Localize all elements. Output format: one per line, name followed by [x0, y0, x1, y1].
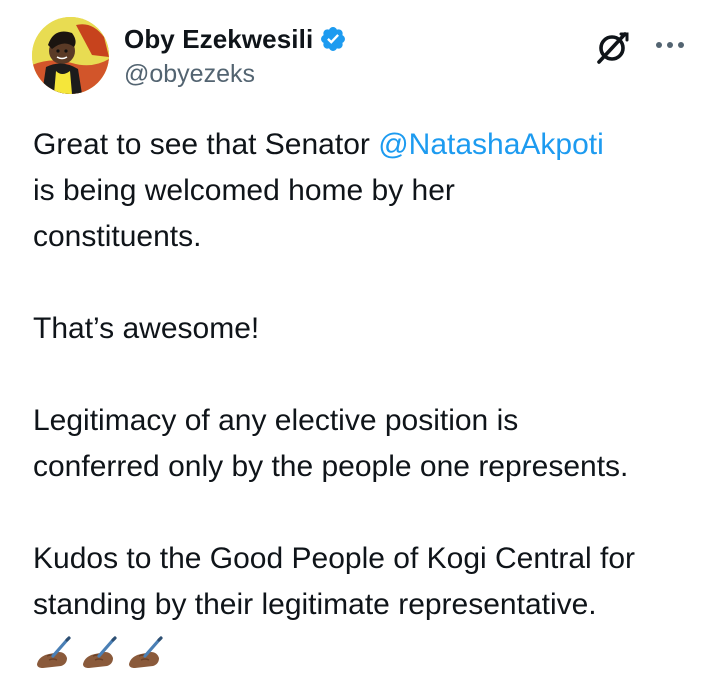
- avatar[interactable]: [32, 17, 109, 94]
- avatar-image: [32, 17, 109, 94]
- tweet-line: is being welcomed home by her: [33, 174, 455, 207]
- tweet-line: conferred only by the people one represe…: [33, 450, 629, 483]
- emoji-row: [33, 630, 703, 676]
- writing-hand-icon: [33, 634, 71, 672]
- tweet-line: That’s awesome!: [33, 312, 260, 345]
- mention-link[interactable]: @NatashaAkpoti: [378, 128, 604, 161]
- grok-icon[interactable]: [592, 28, 632, 68]
- tweet-card: Oby Ezekwesili @obyezeks Great to see th…: [0, 0, 720, 686]
- verified-badge-icon[interactable]: [319, 25, 347, 53]
- tweet-line: Legitimacy of any elective position is: [33, 404, 519, 437]
- tweet-line: Great to see that Senator @NatashaAkpoti: [33, 122, 703, 168]
- tweet-line: constituents.: [33, 220, 202, 253]
- more-options-icon[interactable]: [652, 30, 688, 60]
- author-handle[interactable]: @obyezeks: [124, 60, 255, 89]
- author-name-row: Oby Ezekwesili: [124, 22, 347, 56]
- tweet-line: Kudos to the Good People of Kogi Central…: [33, 542, 636, 575]
- tweet-text: Great to see that Senator @NatashaAkpoti…: [33, 122, 703, 676]
- tweet-line: standing by their legitimate representat…: [33, 588, 597, 621]
- tweet-text-segment: Great to see that Senator: [33, 128, 379, 161]
- writing-hand-icon: [125, 634, 163, 672]
- writing-hand-icon: [79, 634, 117, 672]
- display-name[interactable]: Oby Ezekwesili: [124, 24, 313, 55]
